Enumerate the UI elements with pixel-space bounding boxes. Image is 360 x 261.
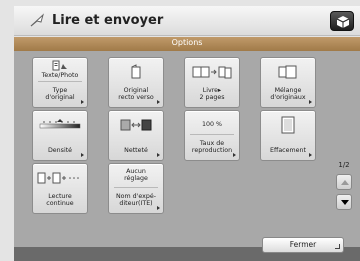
text-photo-icon <box>52 60 67 70</box>
continuous-scan-icon <box>37 172 79 184</box>
density-slider-icon <box>39 119 81 129</box>
chevron-right-icon <box>157 100 160 104</box>
mixed-originals-icon <box>278 65 297 79</box>
mixed-originals-label: Mélange d'originaux <box>270 87 306 101</box>
title-bar: Lire et envoyer <box>14 6 360 36</box>
reproduction-ratio-label: Taux de reproduction <box>191 140 233 154</box>
continuous-scan-label: Lecture continue <box>46 193 74 207</box>
book-two-pages-button[interactable]: Livre▸ 2 pages <box>184 57 240 108</box>
status-monitor-button[interactable] <box>330 11 354 31</box>
sharpness-button[interactable]: Netteté <box>108 110 164 161</box>
original-type-label: Type d'original <box>45 87 75 101</box>
two-sided-page-icon <box>131 64 141 79</box>
chevron-right-icon <box>157 153 160 157</box>
continuous-scan-button[interactable]: Lecture continue <box>32 163 88 214</box>
sender-name-button[interactable]: Aucun réglage Nom d'expé- diteur(ITE) <box>108 163 164 214</box>
options-title: Options <box>171 38 203 47</box>
close-label: Fermer <box>289 240 317 249</box>
original-type-button[interactable]: Texte/Photo Type d'original <box>32 57 88 108</box>
divider <box>190 134 234 135</box>
mixed-originals-button[interactable]: Mélange d'originaux <box>260 57 316 108</box>
density-button[interactable]: Densité <box>32 110 88 161</box>
reproduction-ratio-button[interactable]: 100 % Taux de reproduction <box>184 110 240 161</box>
reproduction-ratio-value: 100 % <box>201 121 222 128</box>
pager: 1/2 <box>334 161 354 214</box>
divider <box>38 81 82 82</box>
sharpness-icon <box>120 119 152 131</box>
erase-label: Effacement <box>270 147 306 154</box>
close-button[interactable]: Fermer <box>262 237 344 253</box>
chevron-right-icon <box>81 100 84 104</box>
book-to-pages-icon <box>192 66 232 79</box>
erase-button[interactable]: Effacement <box>260 110 316 161</box>
scroll-down-button[interactable] <box>336 194 352 210</box>
chevron-right-icon <box>309 153 312 157</box>
corner-mark-icon <box>335 244 340 249</box>
chevron-right-icon <box>309 100 312 104</box>
scan-send-icon <box>30 13 44 27</box>
original-type-value: Texte/Photo <box>41 72 79 79</box>
page-title: Lire et envoyer <box>52 13 164 28</box>
density-label: Densité <box>47 147 73 154</box>
page-indicator: 1/2 <box>338 161 350 169</box>
sharpness-label: Netteté <box>124 147 148 154</box>
chevron-right-icon <box>81 153 84 157</box>
divider <box>114 187 158 188</box>
erase-frame-icon <box>281 116 295 134</box>
two-sided-original-label: Original recto verso <box>118 87 154 101</box>
chevron-right-icon <box>157 206 160 210</box>
screen: Lire et envoyer Options Texte/Photo Type… <box>0 0 360 261</box>
book-two-pages-label: Livre▸ 2 pages <box>199 87 225 101</box>
sender-name-label: Nom d'expé- diteur(ITE) <box>115 193 157 207</box>
options-panel: Texte/Photo Type d'original Original rec… <box>14 51 360 247</box>
chevron-right-icon <box>233 153 236 157</box>
cube-icon <box>336 16 350 28</box>
two-sided-original-button[interactable]: Original recto verso <box>108 57 164 108</box>
scroll-up-button[interactable] <box>336 174 352 190</box>
options-header: Options <box>14 37 360 51</box>
sender-name-value: Aucun réglage <box>124 168 148 182</box>
